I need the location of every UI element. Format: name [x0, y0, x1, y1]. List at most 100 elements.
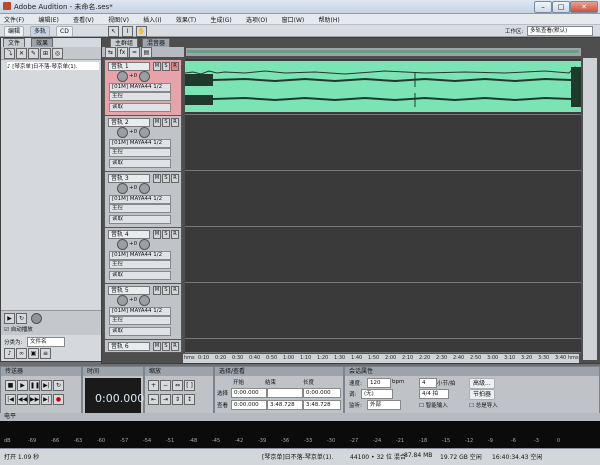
- track-header-6[interactable]: 音轨 6 M S R: [104, 339, 182, 353]
- zoom-in-h-icon[interactable]: +: [148, 380, 159, 391]
- track-header-2[interactable]: 音轨 2 M S R +0 [01M] MAYA44 1/2 主控 读取: [104, 115, 182, 173]
- solo-button[interactable]: S: [162, 342, 170, 351]
- output-select[interactable]: 主控: [109, 316, 171, 325]
- solo-button[interactable]: S: [162, 174, 170, 183]
- record-button[interactable]: R: [171, 342, 179, 351]
- key-select[interactable]: (无): [361, 389, 393, 399]
- automation-select[interactable]: 读取: [109, 215, 171, 224]
- zoom-out-h-icon[interactable]: −: [160, 380, 171, 391]
- play-to-end-icon[interactable]: ▶|: [41, 380, 52, 391]
- insert-cd-icon[interactable]: ◎: [52, 48, 63, 59]
- overview-bar[interactable]: [186, 48, 581, 56]
- selection-start-field[interactable]: 0:00.000: [231, 388, 267, 398]
- track-name[interactable]: 音轨 2: [108, 118, 150, 127]
- view-start-field[interactable]: 0:00.000: [231, 400, 267, 410]
- input-select[interactable]: [01M] MAYA44 1/2: [109, 251, 171, 260]
- menu-effects[interactable]: 效果(T): [176, 17, 196, 24]
- track-lane-1[interactable]: [185, 59, 581, 115]
- pan-knob[interactable]: [139, 71, 150, 82]
- metronome-button[interactable]: 节拍器: [469, 389, 496, 400]
- automation-select[interactable]: 读取: [109, 327, 171, 336]
- track-lane-6[interactable]: [185, 339, 581, 353]
- menu-file[interactable]: 文件(F): [4, 17, 24, 24]
- sort-select[interactable]: 文件名: [27, 337, 65, 347]
- beats-field[interactable]: 4: [419, 378, 437, 388]
- input-select[interactable]: [01M] MAYA44 1/2: [109, 139, 171, 148]
- forward-icon[interactable]: ▶▶: [29, 394, 40, 405]
- input-select[interactable]: [01M] MAYA44 1/2: [109, 307, 171, 316]
- show-video-icon[interactable]: ▣: [28, 348, 39, 359]
- mute-button[interactable]: M: [153, 230, 161, 239]
- show-midi-icon[interactable]: ≡: [40, 348, 51, 359]
- monitor-select[interactable]: 外部: [367, 400, 401, 410]
- menu-help[interactable]: 帮助(H): [319, 17, 340, 24]
- io-view-icon[interactable]: ⇆: [105, 47, 116, 58]
- edit-mode-button[interactable]: 编辑: [4, 26, 25, 37]
- mute-button[interactable]: M: [153, 286, 161, 295]
- move-tool-icon[interactable]: ↖: [108, 26, 119, 37]
- track-lane-4[interactable]: [185, 227, 581, 283]
- time-selection-tool-icon[interactable]: I: [122, 26, 133, 37]
- track-header-1[interactable]: 音轨 1 M S R +0 [01M] MAYA44 1/2 主控 读取: [104, 59, 182, 117]
- stop-icon[interactable]: ■: [5, 380, 16, 391]
- menu-view[interactable]: 视图(V): [108, 17, 129, 24]
- fx-view-icon[interactable]: fx: [117, 47, 128, 58]
- selection-length-field[interactable]: 0:00.000: [303, 388, 341, 398]
- track-lane-3[interactable]: [185, 171, 581, 227]
- record-button[interactable]: R: [171, 62, 179, 71]
- zoom-in-v-icon[interactable]: ⇕: [172, 394, 183, 405]
- view-length-field[interactable]: 3:48.728: [303, 400, 341, 410]
- mute-button[interactable]: M: [153, 342, 161, 351]
- solo-button[interactable]: S: [162, 230, 170, 239]
- multitrack-mode-button[interactable]: 多轨: [30, 26, 51, 37]
- track-name[interactable]: 音轨 3: [108, 174, 150, 183]
- record-icon[interactable]: ●: [53, 394, 64, 405]
- track-name[interactable]: 音轨 4: [108, 230, 150, 239]
- volume-knob[interactable]: [117, 295, 128, 306]
- menu-options[interactable]: 选项(O): [246, 17, 267, 24]
- record-button[interactable]: R: [171, 286, 179, 295]
- zoom-selection-icon[interactable]: [ ]: [184, 380, 195, 391]
- output-select[interactable]: 主控: [109, 260, 171, 269]
- mute-button[interactable]: M: [153, 174, 161, 183]
- track-header-5[interactable]: 音轨 5 M S R +0 [01M] MAYA44 1/2 主控 读取: [104, 283, 182, 341]
- zoom-out-v-icon[interactable]: ↕: [184, 394, 195, 405]
- play-preview-icon[interactable]: ▶: [4, 313, 15, 324]
- file-list-item[interactable]: ♪ [琴京单]日不落-琴京单(1).: [7, 62, 99, 70]
- advanced-button[interactable]: 高级...: [469, 378, 495, 389]
- solo-button[interactable]: S: [162, 118, 170, 127]
- menu-generate[interactable]: 生成(G): [210, 17, 231, 24]
- track-name[interactable]: 音轨 5: [108, 286, 150, 295]
- pan-knob[interactable]: [139, 127, 150, 138]
- workspace-select[interactable]: 多轨查看(默认): [527, 26, 593, 36]
- bus-view-icon[interactable]: ▤: [141, 47, 152, 58]
- pan-knob[interactable]: [139, 239, 150, 250]
- solo-button[interactable]: S: [162, 62, 170, 71]
- track-header-3[interactable]: 音轨 3 M S R +0 [01M] MAYA44 1/2 主控 读取: [104, 171, 182, 229]
- menu-insert[interactable]: 插入(I): [143, 17, 161, 24]
- volume-knob[interactable]: [117, 71, 128, 82]
- minimize-button[interactable]: –: [534, 1, 552, 13]
- close-button[interactable]: ✕: [570, 1, 598, 13]
- track-lane-2[interactable]: [185, 115, 581, 171]
- track-name[interactable]: 音轨 1: [108, 62, 150, 71]
- automation-select[interactable]: 读取: [109, 103, 171, 112]
- output-select[interactable]: 主控: [109, 148, 171, 157]
- audio-clip[interactable]: [185, 61, 581, 112]
- insert-multitrack-icon[interactable]: ⊞: [40, 48, 51, 59]
- loop-play-icon[interactable]: ↻: [53, 380, 64, 391]
- volume-knob[interactable]: [117, 127, 128, 138]
- zoom-left-icon[interactable]: ⇤: [148, 394, 159, 405]
- input-select[interactable]: [01M] MAYA44 1/2: [109, 195, 171, 204]
- mute-button[interactable]: M: [153, 118, 161, 127]
- input-select[interactable]: [01M] MAYA44 1/2: [109, 83, 171, 92]
- track-lane-5[interactable]: [185, 283, 581, 339]
- rewind-icon[interactable]: ◀◀: [17, 394, 28, 405]
- import-icon[interactable]: ⤵: [4, 48, 15, 59]
- tempo-field[interactable]: 120: [367, 378, 391, 388]
- track-header-4[interactable]: 音轨 4 M S R +0 [01M] MAYA44 1/2 主控 读取: [104, 227, 182, 285]
- output-select[interactable]: 主控: [109, 92, 171, 101]
- selection-end-field[interactable]: [267, 388, 303, 398]
- go-end-icon[interactable]: ▶|: [41, 394, 52, 405]
- scrub-tool-icon[interactable]: ✋: [136, 26, 147, 37]
